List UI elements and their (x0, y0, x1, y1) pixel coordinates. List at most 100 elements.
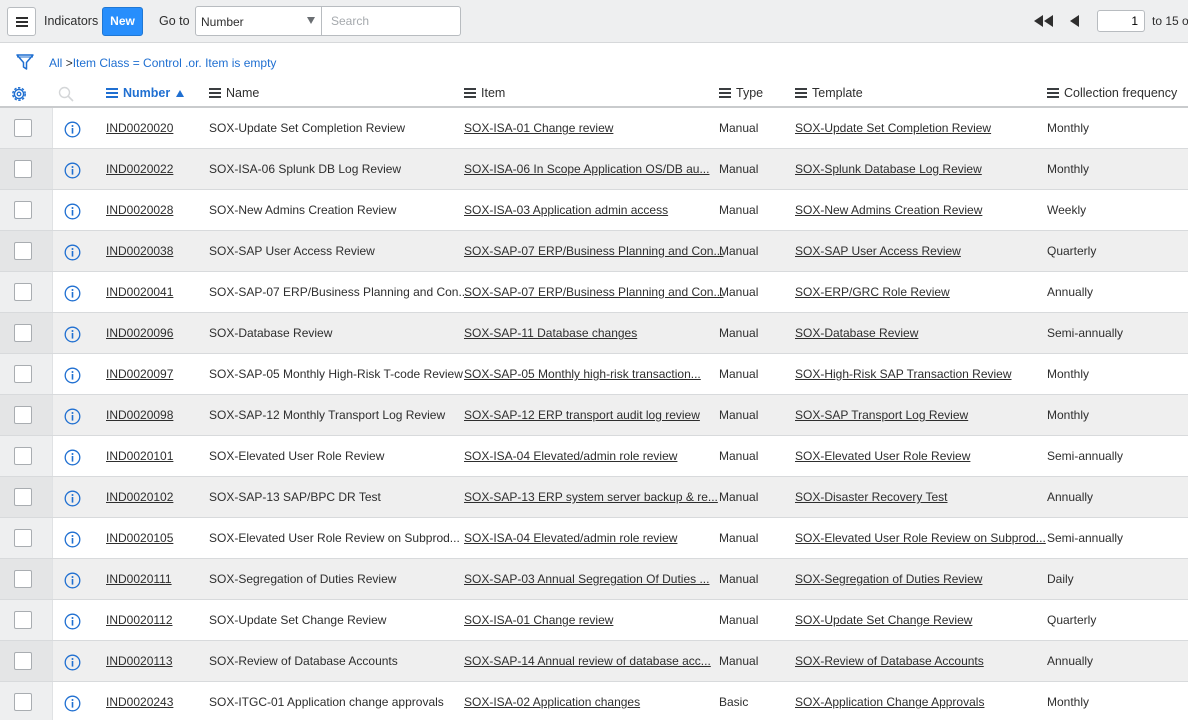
info-icon[interactable] (64, 654, 81, 671)
cell-item[interactable]: SOX-ISA-04 Elevated/admin role review (464, 449, 677, 463)
column-header-type[interactable]: Type (719, 86, 763, 100)
cell-item[interactable]: SOX-SAP-03 Annual Segregation Of Duties … (464, 572, 709, 586)
search-input[interactable] (322, 6, 461, 36)
column-menu-icon[interactable] (719, 88, 731, 98)
previous-page-icon[interactable] (1068, 13, 1080, 29)
cell-number[interactable]: IND0020113 (106, 654, 173, 668)
column-header-frequency[interactable]: Collection frequency (1047, 86, 1177, 100)
row-checkbox[interactable] (14, 529, 32, 547)
gear-icon[interactable] (9, 84, 29, 104)
info-icon[interactable] (64, 367, 81, 384)
column-menu-icon[interactable] (795, 88, 807, 98)
cell-item[interactable]: SOX-SAP-05 Monthly high-risk transaction… (464, 367, 701, 381)
column-header-item[interactable]: Item (464, 86, 505, 100)
info-icon[interactable] (64, 531, 81, 548)
cell-item[interactable]: SOX-SAP-14 Annual review of database acc… (464, 654, 711, 668)
column-menu-icon[interactable] (209, 88, 221, 98)
info-icon[interactable] (64, 121, 81, 138)
row-checkbox[interactable] (14, 652, 32, 670)
cell-number[interactable]: IND0020102 (106, 490, 173, 504)
row-checkbox[interactable] (14, 488, 32, 506)
info-icon[interactable] (64, 490, 81, 507)
column-menu-icon[interactable] (1047, 88, 1059, 98)
cell-number[interactable]: IND0020022 (106, 162, 173, 176)
column-header-number[interactable]: Number (106, 86, 185, 100)
info-icon[interactable] (64, 408, 81, 425)
search-icon[interactable] (57, 85, 75, 103)
filter-icon[interactable] (15, 52, 35, 72)
row-checkbox[interactable] (14, 283, 32, 301)
info-icon[interactable] (64, 572, 81, 589)
cell-template[interactable]: SOX-Disaster Recovery Test (795, 490, 948, 504)
cell-number[interactable]: IND0020101 (106, 449, 173, 463)
breadcrumb-filter[interactable]: Item Class = Control .or. Item is empty (73, 56, 277, 70)
column-header-template[interactable]: Template (795, 86, 863, 100)
list-menu-button[interactable] (7, 7, 36, 36)
cell-number[interactable]: IND0020105 (106, 531, 173, 545)
info-icon[interactable] (64, 613, 81, 630)
info-icon[interactable] (64, 326, 81, 343)
row-checkbox[interactable] (14, 447, 32, 465)
info-icon[interactable] (64, 162, 81, 179)
cell-number[interactable]: IND0020028 (106, 203, 173, 217)
cell-number[interactable]: IND0020098 (106, 408, 173, 422)
cell-item[interactable]: SOX-ISA-02 Application changes (464, 695, 640, 709)
info-icon[interactable] (64, 285, 81, 302)
cell-template[interactable]: SOX-Database Review (795, 326, 918, 340)
column-menu-icon[interactable] (106, 88, 118, 98)
column-label-name: Name (226, 86, 260, 100)
row-checkbox[interactable] (14, 160, 32, 178)
cell-number[interactable]: IND0020112 (106, 613, 173, 627)
cell-item[interactable]: SOX-SAP-07 ERP/Business Planning and Con… (464, 285, 723, 299)
row-checkbox[interactable] (14, 242, 32, 260)
cell-template[interactable]: SOX-Update Set Change Review (795, 613, 972, 627)
cell-item[interactable]: SOX-SAP-12 ERP transport audit log revie… (464, 408, 700, 422)
cell-number[interactable]: IND0020243 (106, 695, 173, 709)
cell-item[interactable]: SOX-ISA-04 Elevated/admin role review (464, 531, 677, 545)
cell-number[interactable]: IND0020096 (106, 326, 173, 340)
cell-number[interactable]: IND0020041 (106, 285, 173, 299)
info-icon[interactable] (64, 244, 81, 261)
cell-item[interactable]: SOX-SAP-11 Database changes (464, 326, 637, 340)
cell-template[interactable]: SOX-High-Risk SAP Transaction Review (795, 367, 1012, 381)
cell-number[interactable]: IND0020111 (106, 572, 172, 586)
first-page-icon[interactable] (1032, 13, 1056, 29)
cell-template[interactable]: SOX-SAP User Access Review (795, 244, 961, 258)
cell-template[interactable]: SOX-Elevated User Role Review on Subprod… (795, 531, 1046, 545)
column-menu-icon[interactable] (464, 88, 476, 98)
column-header-name[interactable]: Name (209, 86, 259, 100)
cell-number[interactable]: IND0020097 (106, 367, 173, 381)
cell-number[interactable]: IND0020020 (106, 121, 173, 135)
cell-template[interactable]: SOX-Segregation of Duties Review (795, 572, 982, 586)
row-checkbox[interactable] (14, 119, 32, 137)
info-icon[interactable] (64, 695, 81, 712)
cell-template[interactable]: SOX-Review of Database Accounts (795, 654, 984, 668)
cell-template[interactable]: SOX-Splunk Database Log Review (795, 162, 982, 176)
row-checkbox[interactable] (14, 406, 32, 424)
cell-template[interactable]: SOX-Elevated User Role Review (795, 449, 970, 463)
row-checkbox[interactable] (14, 611, 32, 629)
goto-field-select[interactable]: Number (195, 6, 322, 36)
cell-template[interactable]: SOX-New Admins Creation Review (795, 203, 982, 217)
row-checkbox[interactable] (14, 324, 32, 342)
row-checkbox[interactable] (14, 365, 32, 383)
cell-template[interactable]: SOX-ERP/GRC Role Review (795, 285, 950, 299)
row-checkbox[interactable] (14, 570, 32, 588)
cell-item[interactable]: SOX-SAP-07 ERP/Business Planning and Con… (464, 244, 723, 258)
info-icon[interactable] (64, 203, 81, 220)
cell-item[interactable]: SOX-ISA-01 Change review (464, 613, 613, 627)
cell-template[interactable]: SOX-SAP Transport Log Review (795, 408, 968, 422)
cell-template[interactable]: SOX-Application Change Approvals (795, 695, 984, 709)
cell-item[interactable]: SOX-SAP-13 ERP system server backup & re… (464, 490, 718, 504)
cell-item[interactable]: SOX-ISA-06 In Scope Application OS/DB au… (464, 162, 709, 176)
info-icon[interactable] (64, 449, 81, 466)
breadcrumb-all[interactable]: All (49, 56, 62, 70)
cell-number[interactable]: IND0020038 (106, 244, 173, 258)
cell-item[interactable]: SOX-ISA-01 Change review (464, 121, 613, 135)
cell-template[interactable]: SOX-Update Set Completion Review (795, 121, 991, 135)
row-checkbox[interactable] (14, 693, 32, 711)
row-checkbox[interactable] (14, 201, 32, 219)
page-number-input[interactable] (1097, 10, 1145, 32)
new-button[interactable]: New (102, 7, 143, 36)
cell-item[interactable]: SOX-ISA-03 Application admin access (464, 203, 668, 217)
